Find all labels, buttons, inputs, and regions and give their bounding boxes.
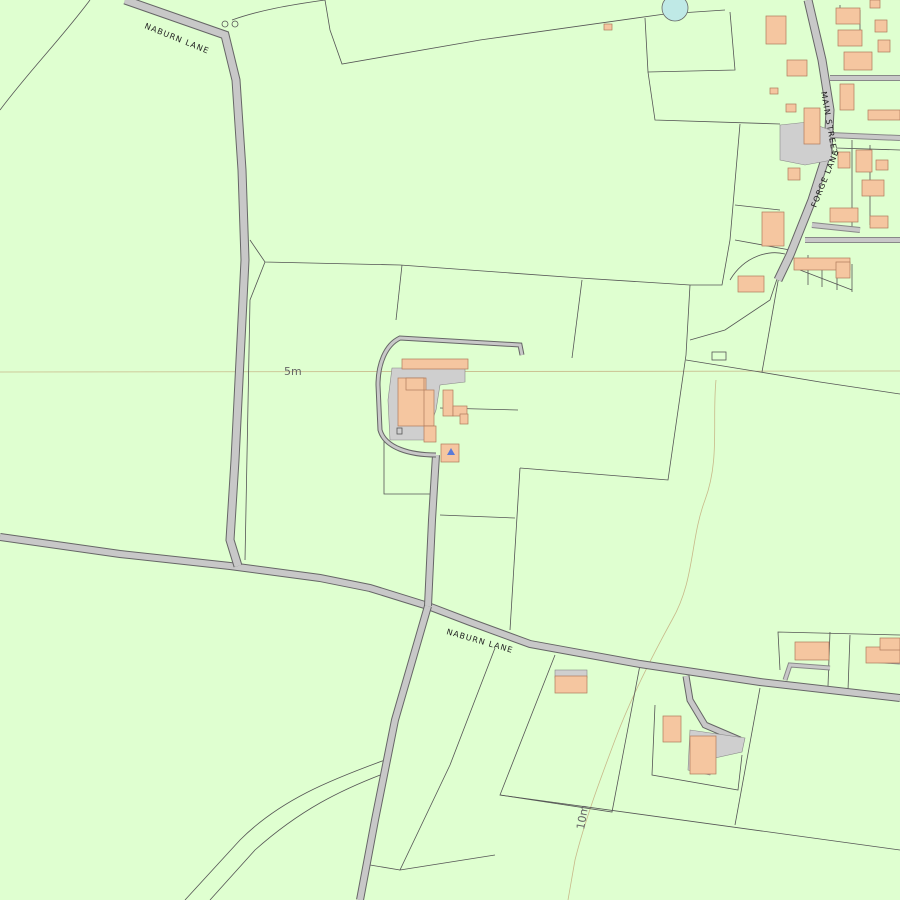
building — [689, 735, 717, 775]
building — [794, 641, 830, 661]
building — [459, 413, 469, 425]
building — [786, 59, 808, 77]
map-canvas[interactable]: NABURN LANE NABURN LANE MAIN STREET FORG… — [0, 0, 900, 900]
building — [843, 51, 873, 71]
building — [803, 107, 821, 145]
building — [442, 389, 454, 417]
building — [839, 83, 855, 111]
building — [855, 149, 873, 173]
building — [874, 19, 888, 33]
building — [401, 358, 469, 370]
building — [761, 211, 785, 247]
building — [879, 637, 900, 651]
building — [765, 15, 787, 45]
building — [835, 261, 851, 279]
building — [869, 215, 889, 229]
label-contour-5m: 5m — [284, 365, 302, 378]
building — [875, 159, 889, 171]
building — [769, 87, 779, 95]
building — [835, 7, 861, 25]
building — [405, 377, 425, 391]
building — [837, 29, 863, 47]
building — [423, 425, 437, 443]
building — [554, 675, 588, 694]
building — [603, 23, 613, 31]
building — [867, 109, 900, 121]
building — [877, 39, 891, 53]
building — [737, 275, 765, 293]
building — [869, 0, 881, 9]
building — [861, 179, 885, 197]
building — [785, 103, 797, 113]
building — [787, 167, 801, 181]
building — [829, 207, 859, 223]
building — [423, 389, 435, 427]
building — [662, 715, 682, 743]
